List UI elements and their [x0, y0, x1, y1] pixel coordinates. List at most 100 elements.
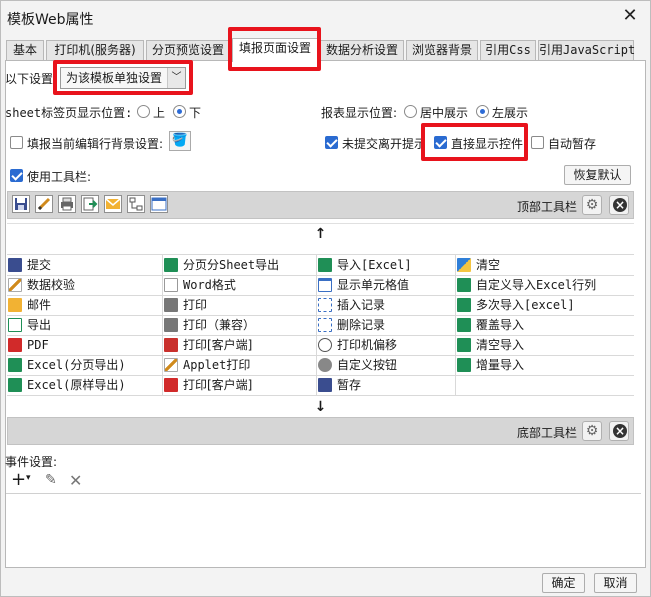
tab-ref-js[interactable]: 引用JavaScript — [538, 40, 635, 61]
ok-button[interactable]: 确定 — [542, 573, 585, 593]
grid-row-divider — [7, 275, 634, 276]
pencil-icon — [164, 358, 178, 372]
add-icon[interactable]: + — [11, 471, 26, 489]
tab-data-analysis[interactable]: 数据分析设置 — [320, 40, 404, 61]
tab-fill-page[interactable]: 填报页面设置 — [232, 38, 318, 62]
toolbar-button-label: 分页分Sheet导出 — [183, 258, 280, 272]
report-pos-center-radio[interactable] — [404, 105, 417, 118]
toolbar-button-item[interactable]: 自定义按钮 — [317, 355, 455, 375]
printer-icon — [164, 298, 178, 312]
chevron-down-icon[interactable]: ▾ — [26, 473, 31, 483]
fill-bg-checkbox[interactable] — [10, 136, 23, 149]
use-toolbar-label: 使用工具栏: — [27, 170, 92, 184]
gear-icon[interactable]: ⚙ — [582, 421, 602, 441]
direct-show-checkbox[interactable] — [434, 136, 447, 149]
report-pos-left-radio[interactable] — [476, 105, 489, 118]
toolbar-button-item[interactable]: 自定义导入Excel行列 — [456, 275, 634, 295]
toolbar-button-item[interactable]: 打印[客户端] — [163, 375, 316, 395]
sheet-pos-top-radio[interactable] — [137, 105, 150, 118]
tab-page-preview[interactable]: 分页预览设置 — [146, 40, 230, 61]
unsubmitted-checkbox[interactable] — [325, 136, 338, 149]
toolbar-button-item[interactable]: PDF — [7, 335, 162, 355]
printer-icon[interactable] — [58, 195, 76, 213]
window-icon[interactable] — [150, 195, 168, 213]
toolbar-button-item[interactable]: 打印机偏移 — [317, 335, 455, 355]
toolbar-button-item[interactable]: 打印（兼容） — [163, 315, 316, 335]
excel-icon — [318, 258, 332, 272]
delete-icon[interactable]: ✕ — [69, 471, 82, 490]
toolbar-button-item[interactable]: Applet打印 — [163, 355, 316, 375]
excel-icon — [457, 358, 471, 372]
word-icon — [164, 278, 178, 292]
toolbar-button-label: 删除记录 — [337, 318, 386, 332]
edit-icon[interactable]: ✎ — [45, 472, 57, 488]
bottom-toolbar-label: 底部工具栏 — [517, 426, 578, 440]
toolbar-button-label: Excel(分页导出) — [27, 358, 126, 372]
chevron-down-icon[interactable]: ﹀ — [167, 68, 185, 88]
autosave-checkbox[interactable] — [531, 136, 544, 149]
scope-select[interactable]: 为该模板单独设置 ﹀ — [60, 67, 186, 89]
toolbar-button-item[interactable]: Excel(分页导出) — [7, 355, 162, 375]
node-icon — [318, 298, 332, 312]
toolbar-button-item[interactable]: 清空 — [456, 255, 634, 275]
move-down-arrow-icon[interactable]: ↓ — [7, 397, 634, 417]
toolbar-button-item[interactable]: 导入[Excel] — [317, 255, 455, 275]
toolbar-button-label: 打印（兼容） — [183, 318, 256, 332]
toolbar-button-item[interactable]: 清空导入 — [456, 335, 634, 355]
cancel-button[interactable]: 取消 — [594, 573, 637, 593]
toolbar-button-item[interactable]: 数据校验 — [7, 275, 162, 295]
toolbar-button-item[interactable]: 打印 — [163, 295, 316, 315]
toolbar-button-label: 清空导入 — [476, 338, 525, 352]
move-up-arrow-icon[interactable]: ↑ — [7, 223, 634, 243]
toolbar-button-item[interactable]: 暂存 — [317, 375, 455, 395]
grid-row-divider — [7, 335, 634, 336]
toolbar-button-item[interactable]: 覆盖导入 — [456, 315, 634, 335]
tab-basic[interactable]: 基本 — [6, 40, 44, 61]
toolbar-button-item[interactable]: 增量导入 — [456, 355, 634, 375]
toolbar-button-item[interactable]: 删除记录 — [317, 315, 455, 335]
gear-icon[interactable]: ⚙ — [582, 195, 602, 215]
toolbar-button-label: 显示单元格值 — [337, 278, 410, 292]
remove-bottom-toolbar-icon[interactable] — [609, 421, 629, 441]
tab-printer-server[interactable]: 打印机(服务器) — [46, 40, 144, 61]
restore-default-button[interactable]: 恢复默认 — [564, 165, 631, 185]
tab-browser-bg[interactable]: 浏览器背景 — [406, 40, 478, 61]
toolbar-button-item[interactable]: 显示单元格值 — [317, 275, 455, 295]
save-icon — [8, 258, 22, 272]
pencil-icon[interactable] — [35, 195, 53, 213]
toolbar-button-item[interactable]: 插入记录 — [317, 295, 455, 315]
excel-icon — [457, 338, 471, 352]
toolbar-button-item[interactable]: 打印[客户端] — [163, 335, 316, 355]
toolbar-button-label: 打印机偏移 — [337, 338, 398, 352]
paint-bucket-icon[interactable]: 🪣 — [169, 131, 191, 151]
node-icon[interactable] — [127, 195, 145, 213]
toolbar-button-label: 导入[Excel] — [337, 258, 412, 272]
close-icon[interactable]: ✕ — [620, 6, 640, 26]
toolbar-button-label: 自定义按钮 — [337, 358, 398, 372]
remove-top-toolbar-icon[interactable] — [609, 195, 629, 215]
toolbar-button-item[interactable]: 导出 — [7, 315, 162, 335]
tab-ref-css[interactable]: 引用Css — [480, 40, 536, 61]
export-icon[interactable] — [81, 195, 99, 213]
scope-label: 以下设置 — [5, 72, 54, 86]
window-title: 模板Web属性 — [7, 12, 94, 28]
save-icon[interactable] — [12, 195, 30, 213]
mail-icon[interactable] — [104, 195, 122, 213]
toolbar-button-item[interactable]: 邮件 — [7, 295, 162, 315]
toolbar-button-label: 邮件 — [27, 298, 52, 312]
toolbar-button-item[interactable]: 分页分Sheet导出 — [163, 255, 316, 275]
toolbar-button-item[interactable]: 多次导入[excel] — [456, 295, 634, 315]
grid-row-divider — [7, 375, 634, 376]
fill-bg-label: 填报当前编辑行背景设置: — [27, 137, 164, 151]
toolbar-button-item[interactable]: Word格式 — [163, 275, 316, 295]
toolbar-button-item[interactable]: 提交 — [7, 255, 162, 275]
sheet-pos-label: sheet标签页显示位置: — [5, 106, 133, 120]
grid-row-divider — [7, 295, 634, 296]
use-toolbar-checkbox[interactable] — [10, 169, 23, 182]
toolbar-button-item[interactable]: Excel(原样导出) — [7, 375, 162, 395]
events-list[interactable] — [6, 493, 641, 567]
sheet-pos-bottom-radio[interactable] — [173, 105, 186, 118]
toolbar-button-label: 数据校验 — [27, 278, 76, 292]
pencil-icon — [8, 278, 22, 292]
grid-bottom-border — [7, 395, 634, 396]
